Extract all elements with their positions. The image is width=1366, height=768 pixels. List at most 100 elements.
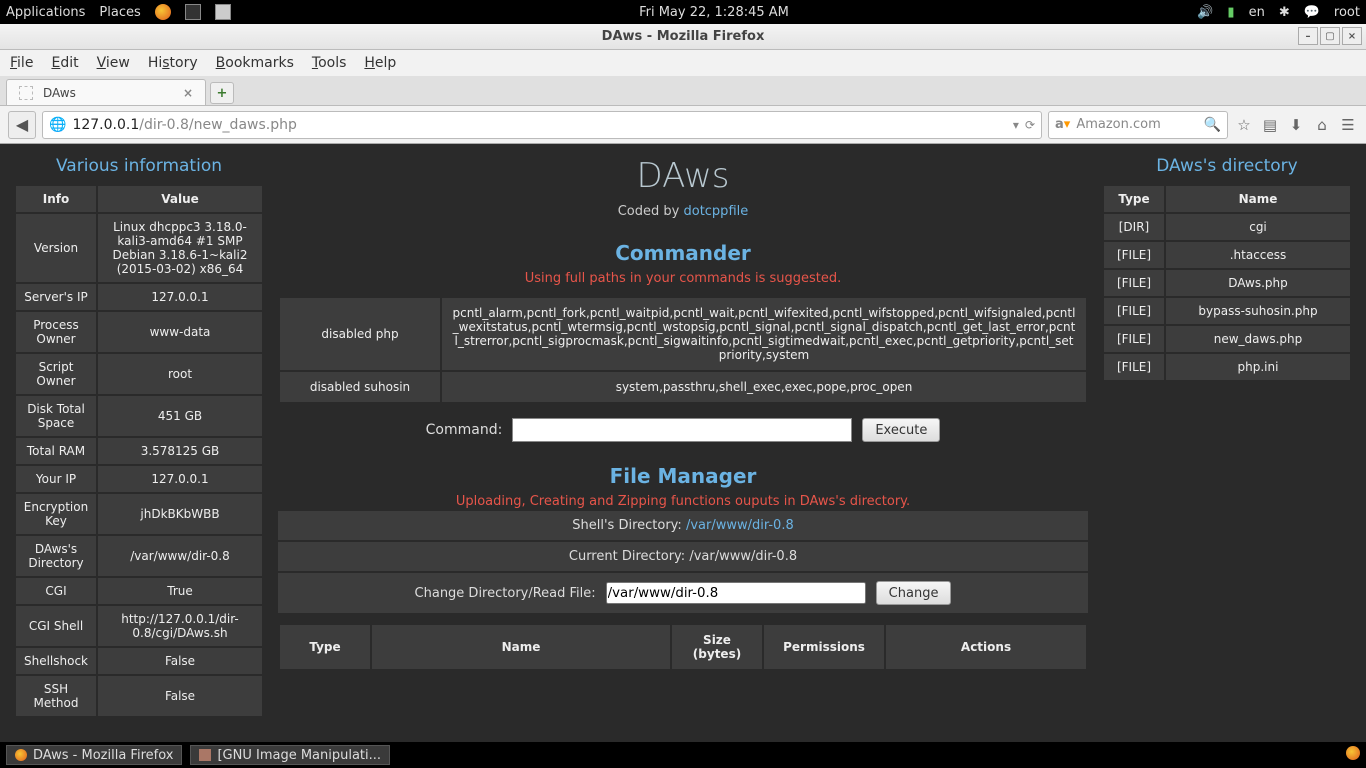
applications-menu[interactable]: Applications: [6, 5, 85, 20]
back-button[interactable]: ◀: [8, 111, 36, 139]
battery-icon[interactable]: ▮: [1227, 5, 1234, 20]
app-title: DAws: [278, 156, 1088, 196]
tab-daws[interactable]: DAws ×: [6, 79, 206, 105]
various-info-title: Various information: [14, 156, 264, 176]
dir-file-link[interactable]: cgi: [1166, 214, 1350, 240]
dir-type: [FILE]: [1104, 354, 1164, 380]
places-menu[interactable]: Places: [99, 5, 140, 20]
info-value: Linux dhcppc3 3.18.0-kali3-amd64 #1 SMP …: [98, 214, 262, 282]
info-value: http://127.0.0.1/dir-0.8/cgi/DAws.sh: [98, 606, 262, 646]
command-label: Command:: [426, 422, 503, 438]
file-manager-launcher-icon[interactable]: [215, 4, 231, 20]
menu-history[interactable]: History: [148, 55, 198, 71]
info-value: jhDkBKbWBB: [98, 494, 262, 534]
info-key: Version: [16, 214, 96, 282]
firefox-launcher-icon[interactable]: [155, 4, 171, 20]
menu-view[interactable]: View: [97, 55, 130, 71]
home-icon[interactable]: ⌂: [1312, 115, 1332, 135]
dir-th-type: Type: [1104, 186, 1164, 212]
info-key: Server's IP: [16, 284, 96, 310]
info-value: /var/www/dir-0.8: [98, 536, 262, 576]
panel-clock[interactable]: Fri May 22, 1:28:45 AM: [231, 5, 1197, 20]
current-directory-label: Current Directory:: [569, 549, 689, 564]
menu-tools[interactable]: Tools: [312, 55, 347, 71]
menu-file[interactable]: File: [10, 55, 33, 71]
daws-directory-table: TypeName [DIR]cgi[FILE].htaccess[FILE]DA…: [1102, 184, 1352, 382]
dir-file-link[interactable]: bypass-suhosin.php: [1166, 298, 1350, 324]
tab-favicon: [19, 86, 33, 100]
tab-strip: DAws × +: [0, 76, 1366, 106]
change-directory-input[interactable]: [606, 582, 866, 604]
dir-type: [FILE]: [1104, 242, 1164, 268]
bluetooth-icon[interactable]: ✱: [1279, 5, 1290, 20]
shell-directory-link[interactable]: /var/www/dir-0.8: [686, 518, 794, 533]
terminal-launcher-icon[interactable]: [185, 4, 201, 20]
bookmark-star-icon[interactable]: ☆: [1234, 115, 1254, 135]
info-value: 127.0.0.1: [98, 466, 262, 492]
commander-heading: Commander: [278, 241, 1088, 265]
info-key: Total RAM: [16, 438, 96, 464]
shell-directory-row: Shell's Directory: /var/www/dir-0.8: [278, 511, 1088, 540]
info-table: InfoValue VersionLinux dhcppc3 3.18.0-ka…: [14, 184, 264, 718]
search-box[interactable]: a▾ Amazon.com 🔍: [1048, 111, 1228, 139]
daws-directory-title: DAws's directory: [1102, 156, 1352, 176]
menu-bookmarks[interactable]: Bookmarks: [216, 55, 294, 71]
url-path: /dir-0.8/new_daws.php: [139, 117, 297, 133]
keyboard-layout-indicator[interactable]: en: [1249, 5, 1265, 20]
url-host: 127.0.0.1: [72, 117, 139, 133]
gimp-icon: [199, 749, 211, 761]
dir-type: [FILE]: [1104, 270, 1164, 296]
command-input[interactable]: [512, 418, 852, 442]
site-identity-icon[interactable]: 🌐: [49, 117, 66, 133]
col-permissions: Permissions: [764, 625, 884, 669]
volume-icon[interactable]: 🔊: [1197, 5, 1213, 20]
file-manager-warning: Uploading, Creating and Zipping function…: [278, 494, 1088, 509]
hamburger-menu-icon[interactable]: ☰: [1338, 115, 1358, 135]
change-button[interactable]: Change: [876, 581, 952, 605]
info-key: Your IP: [16, 466, 96, 492]
dir-file-link[interactable]: php.ini: [1166, 354, 1350, 380]
info-key: Shellshock: [16, 648, 96, 674]
window-titlebar: DAws - Mozilla Firefox – ▢ ×: [0, 24, 1366, 50]
user-menu[interactable]: root: [1334, 5, 1360, 20]
url-bar[interactable]: 🌐 127.0.0.1/dir-0.8/new_daws.php ▾ ⟳: [42, 111, 1042, 139]
col-type: Type: [280, 625, 370, 669]
commander-warning: Using full paths in your commands is sug…: [278, 271, 1088, 286]
info-th-value: Value: [98, 186, 262, 212]
tab-close-icon[interactable]: ×: [183, 86, 193, 100]
dropdown-history-icon[interactable]: ▾: [1013, 118, 1019, 132]
taskbar-gimp[interactable]: [GNU Image Manipulati...: [190, 745, 390, 765]
coded-by-link[interactable]: dotcppfile: [683, 204, 748, 219]
chat-icon[interactable]: 💬: [1304, 5, 1320, 20]
reload-icon[interactable]: ⟳: [1025, 118, 1035, 132]
info-key: SSH Method: [16, 676, 96, 716]
info-key: Process Owner: [16, 312, 96, 352]
window-close-button[interactable]: ×: [1342, 27, 1362, 45]
new-tab-button[interactable]: +: [210, 82, 234, 104]
current-directory-row: Current Directory: /var/www/dir-0.8: [278, 542, 1088, 571]
info-key: Encryption Key: [16, 494, 96, 534]
dir-type: [DIR]: [1104, 214, 1164, 240]
file-list-table: Type Name Size (bytes) Permissions Actio…: [278, 623, 1088, 671]
menu-edit[interactable]: Edit: [51, 55, 78, 71]
coded-by: Coded by dotcppfile: [278, 204, 1088, 219]
menu-help[interactable]: Help: [364, 55, 396, 71]
dir-file-link[interactable]: DAws.php: [1166, 270, 1350, 296]
taskbar-firefox[interactable]: DAws - Mozilla Firefox: [6, 745, 182, 765]
downloads-icon[interactable]: ⬇: [1286, 115, 1306, 135]
info-value: root: [98, 354, 262, 394]
execute-button[interactable]: Execute: [862, 418, 940, 442]
bookmarks-list-icon[interactable]: ▤: [1260, 115, 1280, 135]
search-icon[interactable]: 🔍: [1204, 117, 1221, 133]
window-minimize-button[interactable]: –: [1298, 27, 1318, 45]
window-maximize-button[interactable]: ▢: [1320, 27, 1340, 45]
info-th-info: Info: [16, 186, 96, 212]
dir-file-link[interactable]: .htaccess: [1166, 242, 1350, 268]
browser-menubar: File Edit View History Bookmarks Tools H…: [0, 50, 1366, 76]
page-content: Various information InfoValue VersionLin…: [0, 144, 1366, 744]
dir-file-link[interactable]: new_daws.php: [1166, 326, 1350, 352]
shell-directory-label: Shell's Directory:: [572, 518, 686, 533]
desktop-top-panel: Applications Places Fri May 22, 1:28:45 …: [0, 0, 1366, 24]
amazon-search-engine-icon[interactable]: a▾: [1055, 117, 1070, 132]
tray-firefox-icon[interactable]: [1346, 746, 1360, 760]
